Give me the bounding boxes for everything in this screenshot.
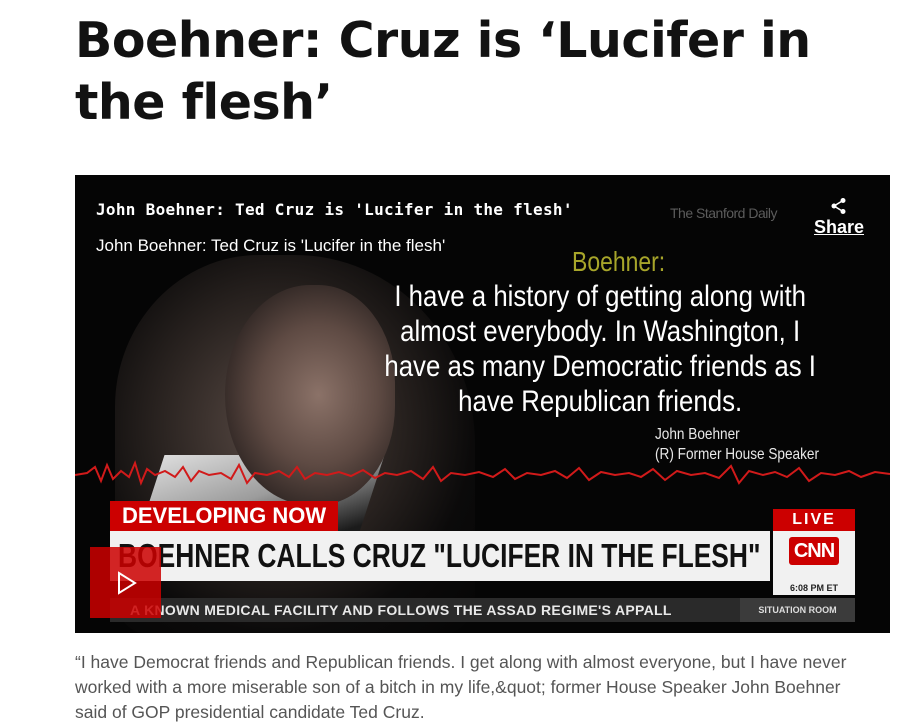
article-headline: Boehner: Cruz is ‘Lucifer in the flesh’ <box>75 12 811 131</box>
video-player[interactable]: John Boehner: Ted Cruz is 'Lucifer in th… <box>75 175 890 633</box>
network-logo-box: CNN <box>773 531 855 581</box>
quote-speaker: Boehner: <box>572 246 666 277</box>
share-button[interactable]: Share <box>808 197 870 238</box>
show-name-badge: SITUATION ROOM <box>740 598 855 622</box>
audio-waveform <box>75 460 890 486</box>
share-label: Share <box>813 217 865 237</box>
video-watermark: The Stanford Daily <box>670 205 777 221</box>
share-icon <box>831 198 846 214</box>
live-badge: LIVE <box>773 509 855 531</box>
news-banner-text: BOEHNER CALLS CRUZ "LUCIFER IN THE FLESH… <box>118 537 761 574</box>
article-caption: “I have Democrat friends and Republican … <box>75 652 847 722</box>
news-ticker: A KNOWN MEDICAL FACILITY AND FOLLOWS THE… <box>110 598 775 622</box>
video-title[interactable]: John Boehner: Ted Cruz is 'Lucifer in th… <box>96 200 573 219</box>
developing-now-label: DEVELOPING NOW <box>110 501 339 531</box>
quote-attribution-name: John Boehner <box>655 426 740 443</box>
news-banner: BOEHNER CALLS CRUZ "LUCIFER IN THE FLESH… <box>110 531 770 581</box>
broadcast-time: 6:08 PM ET <box>773 581 855 595</box>
play-icon <box>117 570 137 595</box>
video-subtitle: John Boehner: Ted Cruz is 'Lucifer in th… <box>96 236 446 255</box>
cnn-logo: CNN <box>788 537 840 565</box>
quote-text: I have a history of getting along with a… <box>384 280 816 418</box>
play-button[interactable] <box>90 547 161 618</box>
